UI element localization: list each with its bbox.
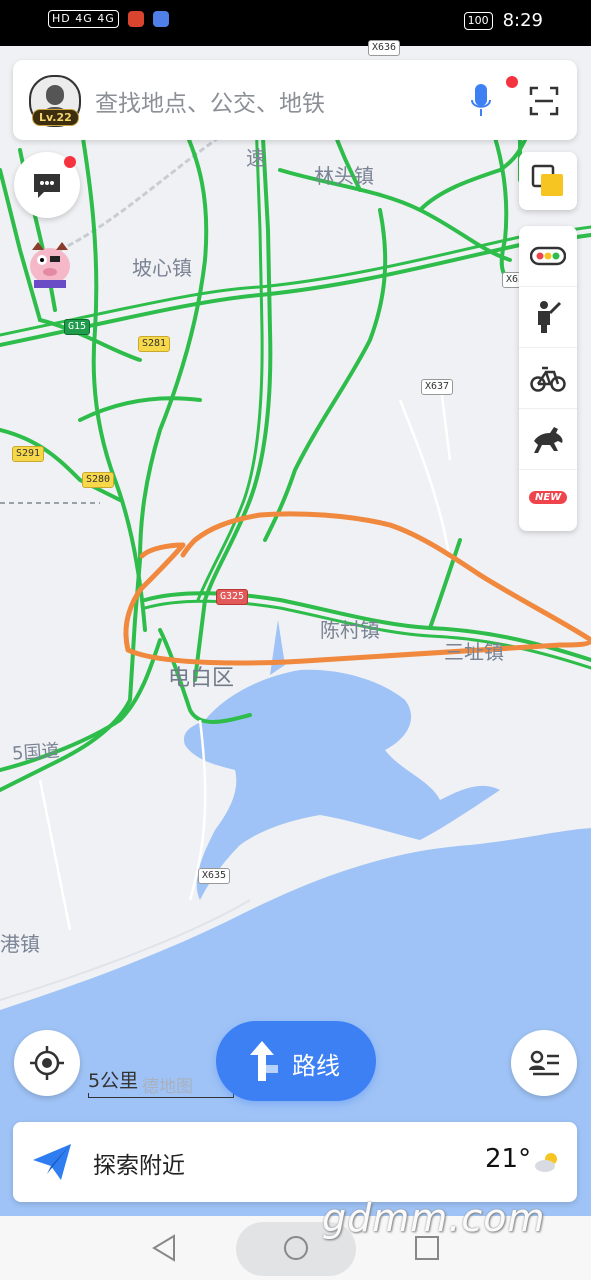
site-watermark: gdmm.com xyxy=(322,1196,546,1240)
place-label: 港镇 xyxy=(0,932,40,956)
new-feature-button[interactable]: NEW xyxy=(519,470,577,530)
road-shield: X636 xyxy=(368,40,401,56)
clock: 8:29 xyxy=(502,10,543,31)
level-badge: Lv.22 xyxy=(32,109,79,126)
road-shield: S291 xyxy=(12,446,45,462)
saved-places-button[interactable] xyxy=(511,1030,577,1096)
search-input[interactable]: 查找地点、公交、地铁 xyxy=(95,84,325,118)
message-button[interactable] xyxy=(14,152,80,218)
taxi-hail-icon xyxy=(538,301,562,333)
route-button[interactable]: 路线 xyxy=(216,1021,376,1101)
road-shield: S280 xyxy=(82,472,115,488)
place-label: 陈村镇 xyxy=(320,618,380,642)
river xyxy=(270,620,285,675)
app-notification-icon xyxy=(127,10,144,27)
bicycle-icon xyxy=(530,366,566,392)
explore-nearby-panel[interactable]: 探索附近 21° xyxy=(13,1122,577,1202)
back-icon[interactable] xyxy=(150,1233,180,1263)
paper-plane-icon xyxy=(33,1144,71,1180)
horse-icon xyxy=(534,427,563,453)
status-left-icons: HD 4G 4G xyxy=(48,10,170,28)
route-label: 路线 xyxy=(292,1052,340,1080)
notification-dot xyxy=(64,156,76,168)
place-label: 电白区 xyxy=(168,666,235,691)
place-label: 三址镇 xyxy=(444,640,504,664)
place-label: 林头镇 xyxy=(314,164,374,188)
notification-dot xyxy=(506,76,518,88)
scale-label: 5公里 xyxy=(88,1070,139,1092)
place-label: 速 xyxy=(246,146,266,170)
horse-button[interactable] xyxy=(519,409,577,470)
layers-button[interactable] xyxy=(519,152,577,210)
list-icon xyxy=(529,1050,559,1076)
signal-icons: HD 4G 4G xyxy=(48,10,119,28)
status-bar: HD 4G 4G 100 8:29 xyxy=(0,0,591,46)
weather-partly-cloudy-icon xyxy=(535,1153,557,1172)
battery-icon: 100 xyxy=(463,11,493,30)
explore-nearby-label: 探索附近 xyxy=(93,1153,185,1179)
home-icon[interactable] xyxy=(281,1233,311,1263)
road-shield: G15 xyxy=(64,319,91,335)
search-bar[interactable]: Lv.22 查找地点、公交、地铁 xyxy=(13,60,577,140)
crosshair-icon xyxy=(30,1046,64,1080)
mascot-icon[interactable] xyxy=(20,236,78,290)
map-toolbar: NEW xyxy=(519,226,577,531)
scan-icon[interactable] xyxy=(529,86,559,116)
road-shield: S281 xyxy=(138,336,171,352)
road-label: 5国道 xyxy=(11,740,61,765)
new-badge: NEW xyxy=(529,491,568,504)
weather-temperature: 21° xyxy=(485,1144,532,1174)
walk-button[interactable] xyxy=(519,287,577,348)
place-label: 坡心镇 xyxy=(132,256,192,280)
bike-button[interactable] xyxy=(519,348,577,409)
traffic-button[interactable] xyxy=(519,226,577,287)
scale-bar xyxy=(88,1093,234,1098)
road-shield: G325 xyxy=(216,589,249,605)
microphone-icon[interactable] xyxy=(471,82,491,118)
status-right-icons: 100 8:29 xyxy=(463,10,543,31)
route-arrow-icon xyxy=(250,1041,278,1081)
app-notification-icon xyxy=(153,10,170,27)
road-shield: X637 xyxy=(421,379,454,395)
layers-icon xyxy=(531,164,563,196)
locate-button[interactable] xyxy=(14,1030,80,1096)
traffic-light-icon xyxy=(530,246,566,266)
road-shield: X635 xyxy=(198,868,231,884)
